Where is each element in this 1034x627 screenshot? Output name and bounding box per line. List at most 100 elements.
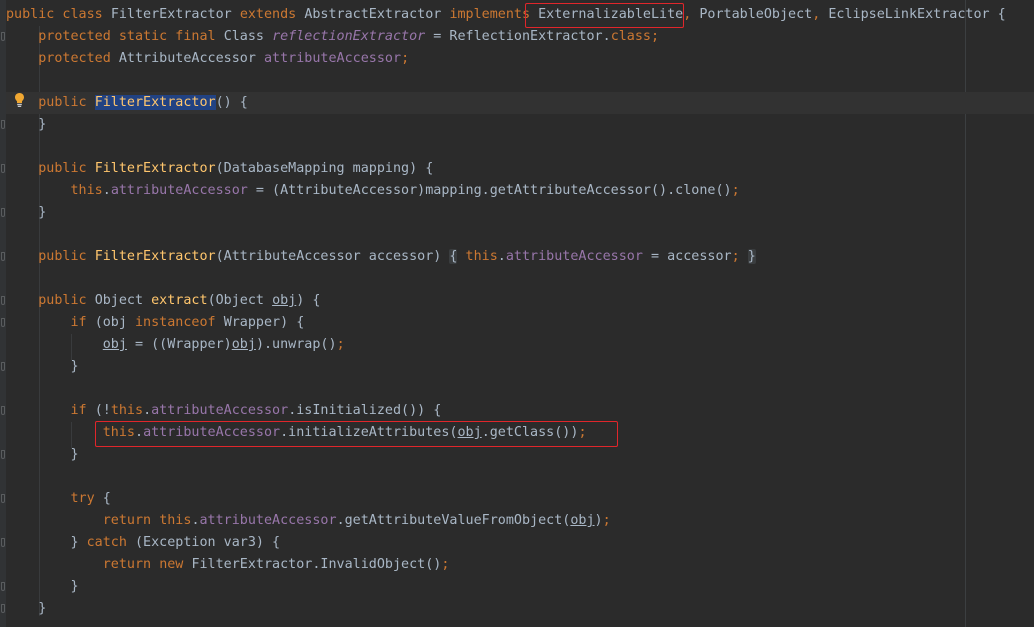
code-line-2[interactable]: protected static final Class reflectionE… [6, 26, 1034, 48]
type-name: Class [223, 29, 273, 44]
code-line-22[interactable]: } [6, 598, 1034, 620]
fold-marker-icon[interactable] [1, 252, 5, 261]
field[interactable]: attributeAccessor [506, 249, 643, 264]
field[interactable]: attributeAccessor [151, 403, 288, 418]
code-line-3[interactable]: protected AttributeAccessor attributeAcc… [6, 48, 1034, 70]
code-text: } [70, 359, 79, 374]
code-line-8[interactable]: } [6, 202, 1034, 224]
code-line-11[interactable]: if (obj instanceof Wrapper) { [6, 312, 1034, 334]
method-name[interactable]: extract [151, 293, 207, 308]
parameter[interactable]: obj [232, 337, 256, 352]
fold-marker-icon[interactable] [1, 32, 5, 41]
class-name[interactable]: FilterExtractor [111, 7, 240, 22]
code-line-12[interactable]: obj = ((Wrapper)obj).unwrap(); [6, 334, 1034, 356]
field[interactable]: attributeAccessor [143, 425, 280, 440]
fold-marker-icon[interactable] [1, 538, 5, 547]
code-line-20[interactable]: return new FilterExtractor.InvalidObject… [6, 554, 1034, 576]
parameter[interactable]: obj [103, 337, 127, 352]
code-line-19[interactable]: } catch (Exception var3) { [6, 532, 1034, 554]
code-text: (Object [207, 293, 273, 308]
code-line-18[interactable]: return this.attributeAccessor.getAttribu… [6, 510, 1034, 532]
code-line-9[interactable]: public FilterExtractor(AttributeAccessor… [6, 246, 1034, 268]
keyword: if [70, 315, 95, 330]
code-line-10[interactable]: public Object extract(Object obj) { [6, 290, 1034, 312]
fold-marker-icon[interactable] [1, 450, 5, 459]
punctuation: ; [336, 337, 345, 352]
keyword: this [110, 403, 144, 418]
parameter[interactable]: obj [458, 425, 482, 440]
code-line-13[interactable]: } [6, 356, 1034, 378]
code-line-7[interactable]: this.attributeAccessor = (AttributeAcces… [6, 180, 1034, 202]
code-text: (DatabaseMapping mapping) { [215, 161, 434, 176]
code-text: (AttributeAccessor accessor) [215, 249, 450, 264]
code-text: } [38, 601, 47, 616]
code-text: } [38, 117, 47, 132]
fold-marker-icon[interactable] [1, 120, 5, 129]
code-text: (Exception var3) { [135, 535, 281, 550]
code-text: = (AttributeAccessor)mapping.getAttribut… [247, 183, 732, 198]
keyword: protected [38, 51, 119, 66]
static-field[interactable]: reflectionExtractor [272, 29, 425, 44]
code-text: () { [215, 95, 248, 110]
code-text: = ReflectionExtractor. [425, 29, 611, 44]
punctuation: ; [602, 513, 611, 528]
code-text: } [70, 579, 79, 594]
parameter[interactable]: obj [272, 293, 296, 308]
fold-marker-icon[interactable] [1, 604, 5, 613]
fold-marker-icon[interactable] [1, 362, 5, 371]
keyword: implements [449, 7, 539, 22]
code-text: ).unwrap() [255, 337, 337, 352]
fold-marker-icon[interactable] [1, 164, 5, 173]
parameter[interactable]: obj [570, 513, 594, 528]
code-text: (! [94, 403, 111, 418]
method-name[interactable]: FilterExtractor [95, 249, 216, 264]
selected-method-name[interactable]: FilterExtractor [94, 95, 216, 110]
code-editor[interactable]: public class FilterExtractor extends Abs… [0, 0, 1034, 627]
code-text: Wrapper) { [223, 315, 305, 330]
code-text: . [143, 403, 152, 418]
code-line-5[interactable]: } [6, 114, 1034, 136]
keyword: return [102, 557, 160, 572]
field[interactable]: attributeAccessor [264, 51, 401, 66]
keyword: this [465, 249, 498, 264]
fold-marker-icon[interactable] [1, 208, 5, 217]
interface-name[interactable]: PortableObject [691, 7, 812, 22]
code-line-16[interactable]: } [6, 444, 1034, 466]
code-text: . [191, 513, 200, 528]
fold-marker-icon[interactable] [1, 494, 5, 503]
fold-marker-icon[interactable] [1, 296, 5, 305]
field[interactable]: attributeAccessor [111, 183, 248, 198]
base-class-name[interactable]: AbstractExtractor [304, 7, 449, 22]
code-text: .getAttributeValueFromObject( [336, 513, 571, 528]
lightbulb-icon[interactable] [14, 92, 25, 108]
interface-name[interactable]: EclipseLinkExtractor { [820, 7, 1005, 22]
method-name[interactable]: FilterExtractor [95, 161, 216, 176]
code-line-4[interactable]: public FilterExtractor() { [6, 92, 1034, 114]
code-line-15[interactable]: this.attributeAccessor.initializeAttribu… [6, 422, 1034, 444]
fold-marker-icon[interactable] [1, 318, 5, 327]
keyword: instanceof [135, 315, 224, 330]
code-line-21[interactable]: } [6, 576, 1034, 598]
code-line-1[interactable]: public class FilterExtractor extends Abs… [6, 4, 1034, 26]
keyword: this [159, 513, 192, 528]
punctuation: ; [651, 29, 660, 44]
code-text: ) [594, 513, 603, 528]
field[interactable]: attributeAccessor [200, 513, 337, 528]
code-line-6[interactable]: public FilterExtractor(DatabaseMapping m… [6, 158, 1034, 180]
keyword: public [38, 95, 95, 110]
interface-name[interactable]: ExternalizableLite [538, 7, 683, 22]
code-line-14[interactable]: if (!this.attributeAccessor.isInitialize… [6, 400, 1034, 422]
folded-brace[interactable]: } [747, 249, 756, 264]
code-line-17[interactable]: try { [6, 488, 1034, 510]
fold-marker-icon[interactable] [1, 582, 5, 591]
keyword: this [102, 425, 135, 440]
type-name: AttributeAccessor [118, 51, 264, 66]
keyword: protected static final [38, 29, 224, 44]
keyword: new [159, 557, 192, 572]
code-text: } [70, 535, 87, 550]
code-text: .isInitialized()) { [288, 403, 442, 418]
code-text: (obj [94, 315, 135, 330]
fold-marker-icon[interactable] [1, 406, 5, 415]
